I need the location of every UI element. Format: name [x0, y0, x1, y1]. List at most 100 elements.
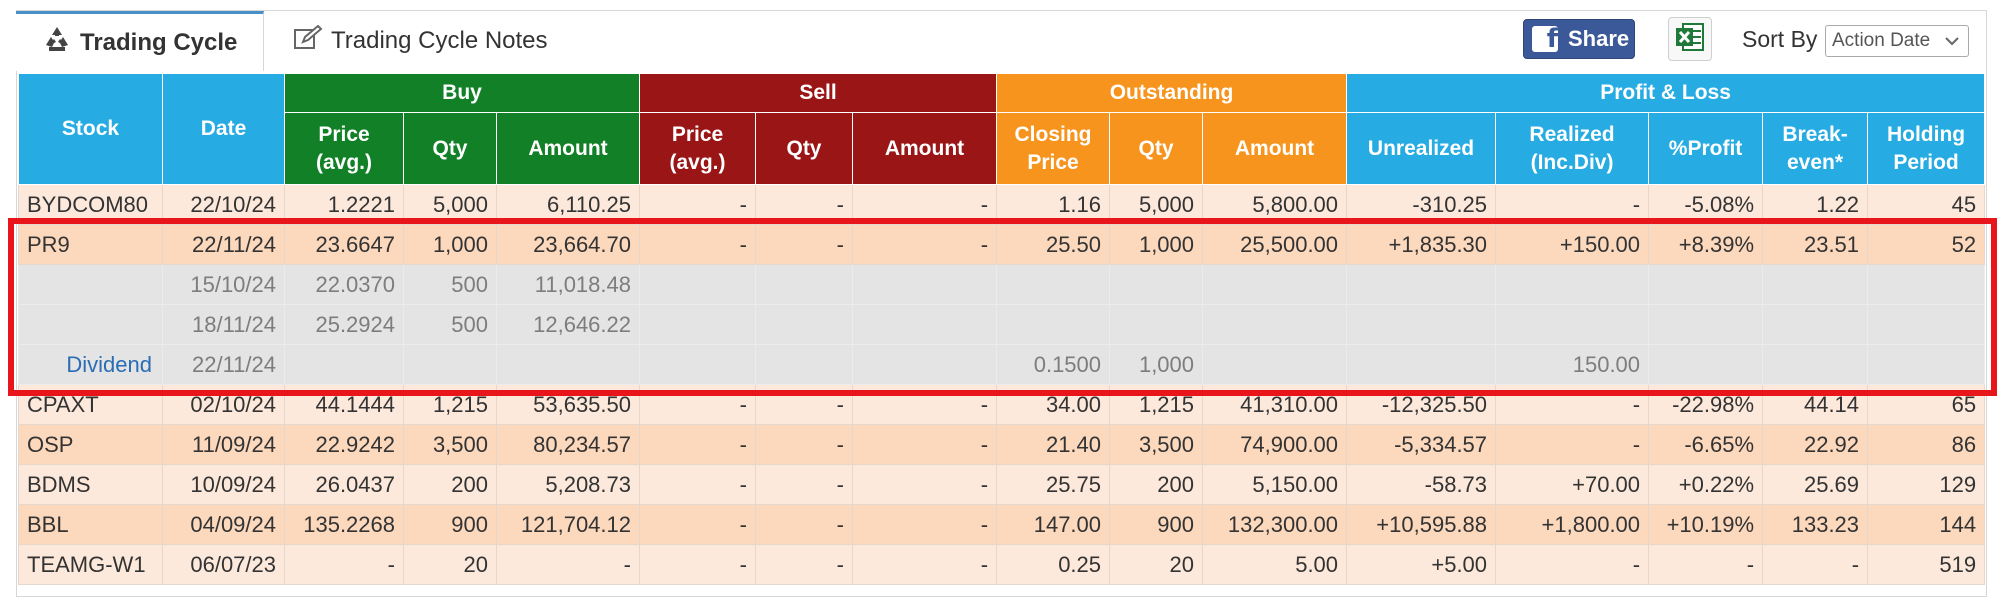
sort-by-label: Sort By: [1742, 26, 1818, 52]
cell-stock[interactable]: CPAXT: [18, 384, 163, 425]
cell-sell-qty: -: [755, 184, 853, 225]
cell-close-price: 34.00: [996, 384, 1111, 425]
cell-stock[interactable]: BBL: [18, 504, 163, 545]
dividend-link[interactable]: Dividend: [18, 344, 163, 385]
cell-stock[interactable]: BDMS: [18, 464, 163, 505]
cell-stock[interactable]: BYDCOM80: [18, 184, 163, 225]
cell-stock[interactable]: TEAMG-W1: [18, 544, 163, 585]
col-out-amount[interactable]: Amount: [1202, 112, 1348, 185]
sort-by-select[interactable]: Action Date: [1825, 25, 1969, 57]
cell-sell-qty: [755, 344, 853, 385]
cell-buy-amount: [496, 344, 640, 385]
cell-stock[interactable]: PR9: [18, 224, 163, 265]
cell-breakeven: -: [1762, 544, 1869, 585]
cell-stock[interactable]: OSP: [18, 424, 163, 465]
cell-holding: [1867, 344, 1986, 385]
cell-out-amount: 74,900.00: [1202, 424, 1348, 465]
cell-unrealized: [1346, 344, 1497, 385]
table-row[interactable]: BBL 04/09/24 135.2268 900 121,704.12- - -147.0…: [18, 504, 1986, 545]
col-buy-amount[interactable]: Amount: [496, 112, 640, 185]
cell-pct: +0.22%: [1648, 464, 1764, 505]
cell-breakeven: 22.92: [1762, 424, 1869, 465]
table-row[interactable]: TEAMG-W1 06/07/23-20- - - -0.25 20 5.00 +5.00- -…: [18, 544, 1986, 585]
col-sell-amount[interactable]: Amount: [851, 112, 998, 185]
cell-sell-price: -: [639, 384, 756, 425]
col-date[interactable]: Date: [162, 73, 285, 185]
cell-realized: +1,800.00: [1495, 504, 1650, 545]
col-buy-price-line1: Price: [318, 122, 370, 146]
col-buy-price-line2: (avg.): [315, 150, 372, 174]
cell-sell-amount: -: [851, 424, 998, 465]
cell-buy-amount: 11,018.48: [496, 264, 640, 305]
cell-realized: -: [1495, 424, 1650, 465]
cell-breakeven: 44.14: [1762, 384, 1869, 425]
cell-sell-qty: [755, 304, 853, 345]
table-row[interactable]: OSP 11/09/24 22.9242 3,500 80,234.57- - -21.40…: [18, 424, 1986, 465]
col-buy-price[interactable]: Price (avg.): [284, 112, 404, 185]
cell-sell-amount: [851, 344, 998, 385]
cell-realized: -: [1495, 544, 1650, 585]
cell-unrealized: -310.25: [1346, 184, 1497, 225]
col-stock[interactable]: Stock: [18, 73, 163, 185]
cell-buy-price: 135.2268: [284, 504, 404, 545]
cell-sell-qty: -: [755, 224, 853, 265]
cell-out-amount: [1202, 264, 1348, 305]
cell-breakeven: [1762, 344, 1869, 385]
cell-close-price: 1.16: [996, 184, 1111, 225]
cell-out-amount: 132,300.00: [1202, 504, 1348, 545]
col-realized-line2: (Inc.Div): [1530, 150, 1614, 174]
cell-sell-qty: -: [755, 384, 853, 425]
cell-sell-amount: [851, 264, 998, 305]
share-label: Share: [1568, 26, 1630, 51]
tab-trading-cycle-notes[interactable]: Trading Cycle Notes: [293, 11, 548, 71]
cell-realized: +150.00: [1495, 224, 1650, 265]
cell-buy-price: 22.0370: [284, 264, 404, 305]
cell-breakeven: 133.23: [1762, 504, 1869, 545]
cell-sell-price: [639, 344, 756, 385]
cell-breakeven: 23.51: [1762, 224, 1869, 265]
cell-date: 10/09/24: [162, 464, 285, 505]
col-out-qty[interactable]: Qty: [1109, 112, 1204, 185]
cell-out-qty: 3,500: [1109, 424, 1204, 465]
cell-realized: -: [1495, 384, 1650, 425]
cell-stock: [18, 304, 163, 345]
cell-out-amount: [1202, 304, 1348, 345]
col-holding-period[interactable]: Holding Period: [1867, 112, 1986, 185]
table-row[interactable]: BYDCOM80 22/10/24 1.2221 5,000 6,110.25- - -1.…: [18, 184, 1986, 225]
col-sell-qty[interactable]: Qty: [755, 112, 853, 185]
cell-buy-qty: 500: [403, 264, 497, 305]
table-detail-row[interactable]: 15/10/24 22.0370 500 11,018.48: [18, 264, 1986, 305]
group-outstanding: Outstanding: [996, 73, 1348, 113]
cell-buy-amount: 5,208.73: [496, 464, 640, 505]
table-detail-row[interactable]: Dividend 22/11/24 0.1500 1,000 150.00: [18, 344, 1986, 385]
cell-date: 02/10/24: [162, 384, 285, 425]
cell-buy-amount: 6,110.25: [496, 184, 640, 225]
table-row[interactable]: CPAXT 02/10/24 44.1444 1,215 53,635.50- - -34.…: [18, 384, 1986, 425]
col-realized[interactable]: Realized (Inc.Div): [1495, 112, 1650, 185]
cell-close-price: 25.75: [996, 464, 1111, 505]
cell-out-amount: 41,310.00: [1202, 384, 1348, 425]
cell-buy-qty: 1,000: [403, 224, 497, 265]
group-sell: Sell: [638, 73, 998, 113]
table-row[interactable]: PR9 22/11/24 23.6647 1,000 23,664.70- - -25.50…: [18, 224, 1986, 265]
cell-date: 22/11/24: [162, 344, 285, 385]
table-row[interactable]: BDMS 10/09/24 26.0437 200 5,208.73- - -25.75 20…: [18, 464, 1986, 505]
cell-date: 11/09/24: [162, 424, 285, 465]
col-buy-qty[interactable]: Qty: [403, 112, 497, 185]
col-closing-price[interactable]: Closing Price: [996, 112, 1111, 185]
excel-icon: [1674, 21, 1706, 58]
tab-trading-cycle[interactable]: Trading Cycle: [16, 11, 264, 71]
export-excel-button[interactable]: [1668, 17, 1712, 61]
col-unrealized[interactable]: Unrealized: [1346, 112, 1497, 185]
col-sell-price[interactable]: Price (avg.): [639, 112, 756, 185]
cell-sell-amount: -: [851, 464, 998, 505]
col-break-even[interactable]: Break-even*: [1762, 112, 1869, 185]
facebook-share-button[interactable]: f Share: [1523, 19, 1635, 59]
col-pct-profit[interactable]: %Profit: [1648, 112, 1764, 185]
facebook-icon: f: [1532, 26, 1558, 52]
cell-pct: -22.98%: [1648, 384, 1764, 425]
table-detail-row[interactable]: 18/11/24 25.2924 500 12,646.22: [18, 304, 1986, 345]
cell-holding: [1867, 264, 1986, 305]
cell-holding: 52: [1867, 224, 1986, 265]
cell-buy-amount: 53,635.50: [496, 384, 640, 425]
